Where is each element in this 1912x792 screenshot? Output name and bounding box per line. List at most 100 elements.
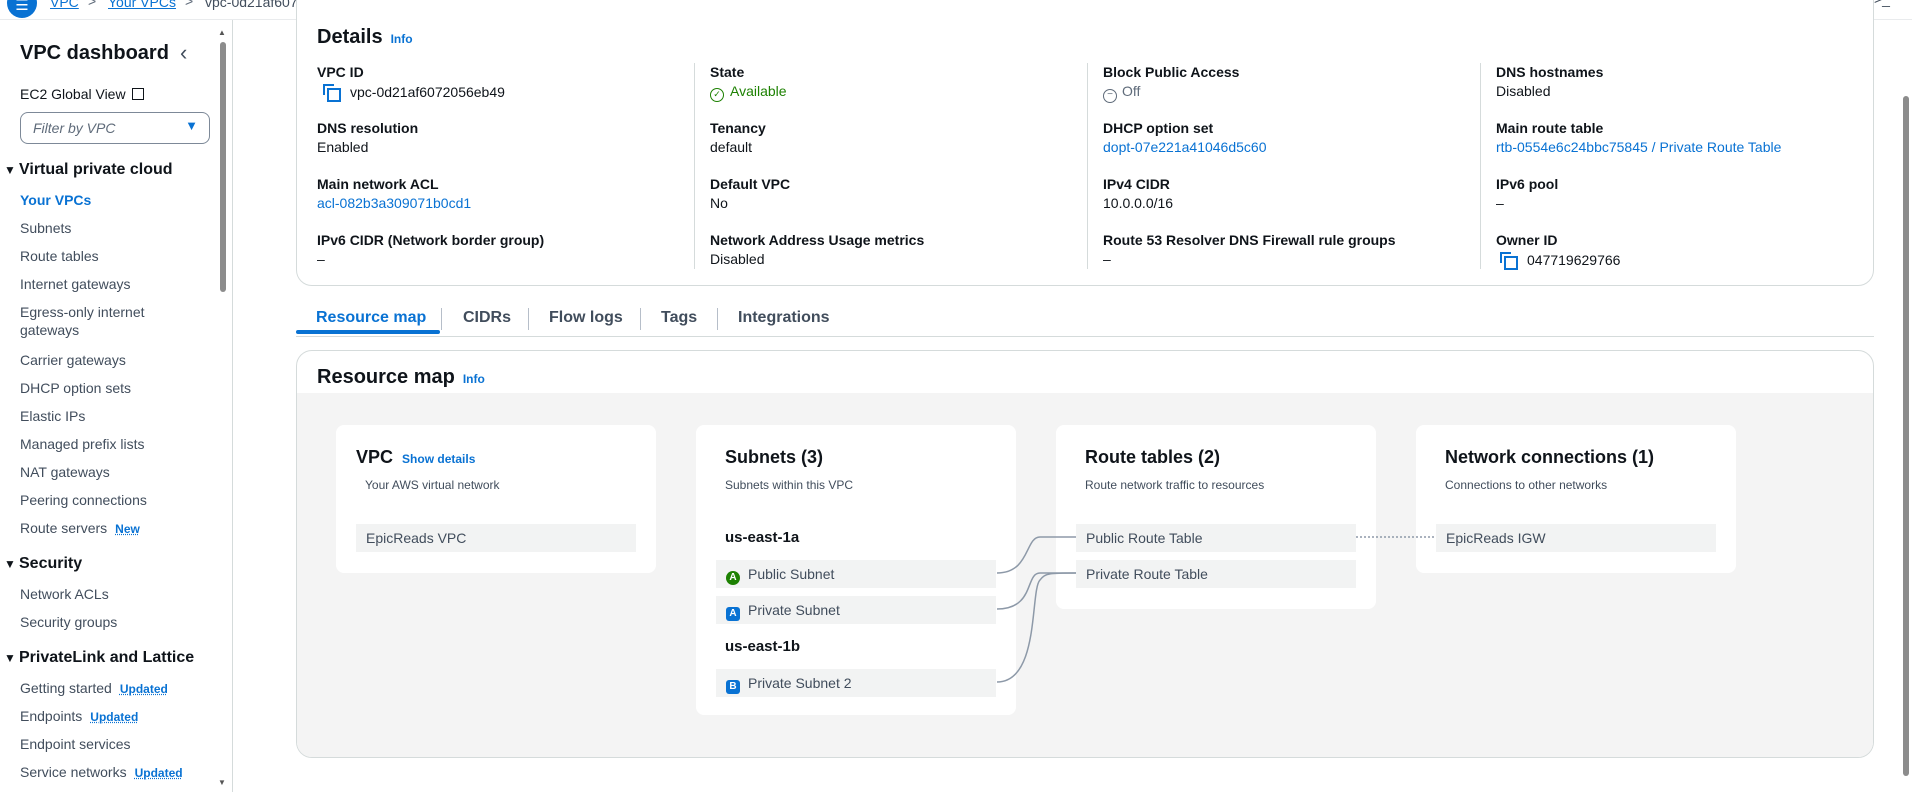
breadcrumb-separator-icon: > xyxy=(185,0,194,9)
sidebar-item-nat-gateways[interactable]: NAT gateways xyxy=(20,463,110,481)
route-table-node-private[interactable]: Private Route Table xyxy=(1076,560,1356,588)
sidebar-item-elastic-ips[interactable]: Elastic IPs xyxy=(20,407,85,425)
page-scrollbar[interactable] xyxy=(1900,20,1912,792)
resource-map-heading: Resource map Info xyxy=(317,366,485,388)
details-info-link[interactable]: Info xyxy=(391,32,413,46)
menu-icon[interactable]: ☰ xyxy=(7,0,37,18)
dropdown-caret-icon: ▼ xyxy=(185,118,198,133)
subnet-node-private-subnet-2[interactable]: B Private Subnet 2 xyxy=(716,669,996,697)
vpc-id-label: VPC ID xyxy=(317,64,364,80)
filter-by-vpc-select[interactable]: Filter by VPC ▼ xyxy=(20,112,210,144)
sidebar-item-peering-connections[interactable]: Peering connections xyxy=(20,491,147,509)
tab-separator xyxy=(528,308,529,330)
sidebar-item-endpoints[interactable]: Endpoints Updated xyxy=(20,707,138,726)
nau-metrics-label: Network Address Usage metrics xyxy=(710,232,925,248)
sidebar-item-subnets[interactable]: Subnets xyxy=(20,219,71,237)
breadcrumb-your-vpcs[interactable]: Your VPCs xyxy=(108,0,176,10)
resource-map-panel: Resource map Info VPC Show details Your A… xyxy=(296,350,1874,758)
tab-separator xyxy=(640,308,641,330)
details-panel: Details Info VPC ID vpc-0d21af6072056eb49… xyxy=(296,0,1874,286)
sidebar-item-managed-prefix-lists[interactable]: Managed prefix lists xyxy=(20,435,145,453)
default-vpc-label: Default VPC xyxy=(710,176,791,192)
resource-map-info-link[interactable]: Info xyxy=(463,372,485,386)
tab-cidrs[interactable]: CIDRs xyxy=(463,309,511,327)
subnet-node-private-subnet[interactable]: A Private Subnet xyxy=(716,596,996,624)
network-connection-node-igw[interactable]: EpicReads IGW xyxy=(1436,524,1716,552)
main-network-acl-link[interactable]: acl-082b3a309071b0cd1 xyxy=(317,195,471,211)
sidebar-item-service-networks[interactable]: Service networks Updated xyxy=(20,763,183,782)
ipv4-cidr-value: 10.0.0.0/16 xyxy=(1103,195,1174,211)
vpc-card-subtitle: Your AWS virtual network xyxy=(365,478,500,492)
show-details-link[interactable]: Show details xyxy=(402,452,475,466)
caret-down-icon: ▼ xyxy=(4,557,16,571)
scroll-up-icon[interactable]: ▲ xyxy=(218,28,226,37)
tab-tags[interactable]: Tags xyxy=(661,309,697,327)
state-label: State xyxy=(710,64,745,80)
sidebar-item-route-tables[interactable]: Route tables xyxy=(20,247,99,265)
collapse-sidebar-icon[interactable]: ‹ xyxy=(180,40,187,66)
details-heading: Details Info xyxy=(317,26,413,48)
sidebar-item-your-vpcs[interactable]: Your VPCs xyxy=(20,191,91,209)
sidebar-item-getting-started[interactable]: Getting started Updated xyxy=(20,679,168,698)
success-check-icon: ✓ xyxy=(710,88,724,102)
dns-resolution-label: DNS resolution xyxy=(317,120,419,136)
ec2-global-view-link[interactable]: EC2 Global View xyxy=(20,85,145,103)
copy-icon[interactable] xyxy=(1500,252,1518,270)
copy-icon[interactable] xyxy=(323,84,341,102)
scroll-down-icon[interactable]: ▼ xyxy=(218,778,226,787)
sidebar-item-internet-gateways[interactable]: Internet gateways xyxy=(20,275,131,293)
sidebar-item-network-acls[interactable]: Network ACLs xyxy=(20,585,109,603)
main-network-acl-label: Main network ACL xyxy=(317,176,439,192)
main-route-table-link[interactable]: rtb-0554e6c24bbc75845 / Private Route Ta… xyxy=(1496,139,1781,155)
sidebar-item-security-groups[interactable]: Security groups xyxy=(20,613,117,631)
dhcp-option-set-link[interactable]: dopt-07e221a41046d5c60 xyxy=(1103,139,1267,155)
default-vpc-value: No xyxy=(710,195,728,211)
route53-dns-firewall-value: – xyxy=(1103,251,1111,267)
section-virtual-private-cloud[interactable]: ▼ Virtual private cloud xyxy=(4,161,173,179)
section-security[interactable]: ▼ Security xyxy=(4,555,82,573)
route53-dns-firewall-label: Route 53 Resolver DNS Firewall rule grou… xyxy=(1103,232,1396,248)
external-link-icon xyxy=(132,88,145,100)
route-tables-card-title: Route tables (2) xyxy=(1085,447,1221,467)
column-divider xyxy=(694,63,695,269)
sidebar-item-carrier-gateways[interactable]: Carrier gateways xyxy=(20,351,126,369)
route-tables-card: Route tables (2) Route network traffic t… xyxy=(1056,425,1376,609)
breadcrumb-separator-icon: > xyxy=(88,0,97,9)
section-privatelink-and-lattice[interactable]: ▼ PrivateLink and Lattice xyxy=(4,649,194,667)
subnet-node-public-subnet[interactable]: A Public Subnet xyxy=(716,560,996,588)
breadcrumb-vpc[interactable]: VPC xyxy=(50,0,79,10)
cloudshell-icon[interactable]: >_ xyxy=(1874,0,1890,7)
az-us-east-1b: us-east-1b xyxy=(725,638,801,655)
vpc-card-title: VPC Show details xyxy=(356,447,476,467)
network-connections-card: Network connections (1) Connections to o… xyxy=(1416,425,1736,573)
main-route-table-label: Main route table xyxy=(1496,120,1604,136)
route-table-node-public[interactable]: Public Route Table xyxy=(1076,524,1356,552)
tenancy-value: default xyxy=(710,139,753,155)
tab-separator xyxy=(441,308,442,330)
az-us-east-1a: us-east-1a xyxy=(725,529,800,546)
new-badge: New xyxy=(115,522,140,536)
ipv4-cidr-label: IPv4 CIDR xyxy=(1103,176,1170,192)
private-subnet-az-badge-icon: A xyxy=(726,607,740,621)
sidebar-scrollbar-thumb[interactable] xyxy=(220,42,226,292)
sidebar-item-endpoint-services[interactable]: Endpoint services xyxy=(20,735,131,753)
sidebar-item-route-servers[interactable]: Route servers New xyxy=(20,519,140,538)
subnets-card: Subnets (3) Subnets within this VPC us-e… xyxy=(696,425,1016,715)
sidebar-scrollbar[interactable]: ▲ ▼ xyxy=(218,28,228,792)
sidebar-item-dhcp-option-sets[interactable]: DHCP option sets xyxy=(20,379,131,397)
block-public-access-label: Block Public Access xyxy=(1103,64,1240,80)
page-scrollbar-thumb[interactable] xyxy=(1903,96,1909,776)
dhcp-option-set-label: DHCP option set xyxy=(1103,120,1214,136)
tab-resource-map[interactable]: Resource map xyxy=(316,309,426,327)
owner-id-label: Owner ID xyxy=(1496,232,1558,248)
sidebar-item-egress-only-internet-gateways[interactable]: Egress-only internet gateways xyxy=(20,303,160,339)
vpc-id-value: vpc-0d21af6072056eb49 xyxy=(323,84,505,102)
tab-integrations[interactable]: Integrations xyxy=(738,309,830,327)
caret-down-icon: ▼ xyxy=(4,163,16,177)
vpc-node[interactable]: EpicReads VPC xyxy=(356,524,636,552)
sidebar-title[interactable]: VPC dashboard xyxy=(20,42,169,65)
ipv6-pool-label: IPv6 pool xyxy=(1496,176,1559,192)
block-public-access-value: − Off xyxy=(1103,83,1140,103)
tab-flow-logs[interactable]: Flow logs xyxy=(549,309,623,327)
column-divider xyxy=(1480,63,1481,269)
